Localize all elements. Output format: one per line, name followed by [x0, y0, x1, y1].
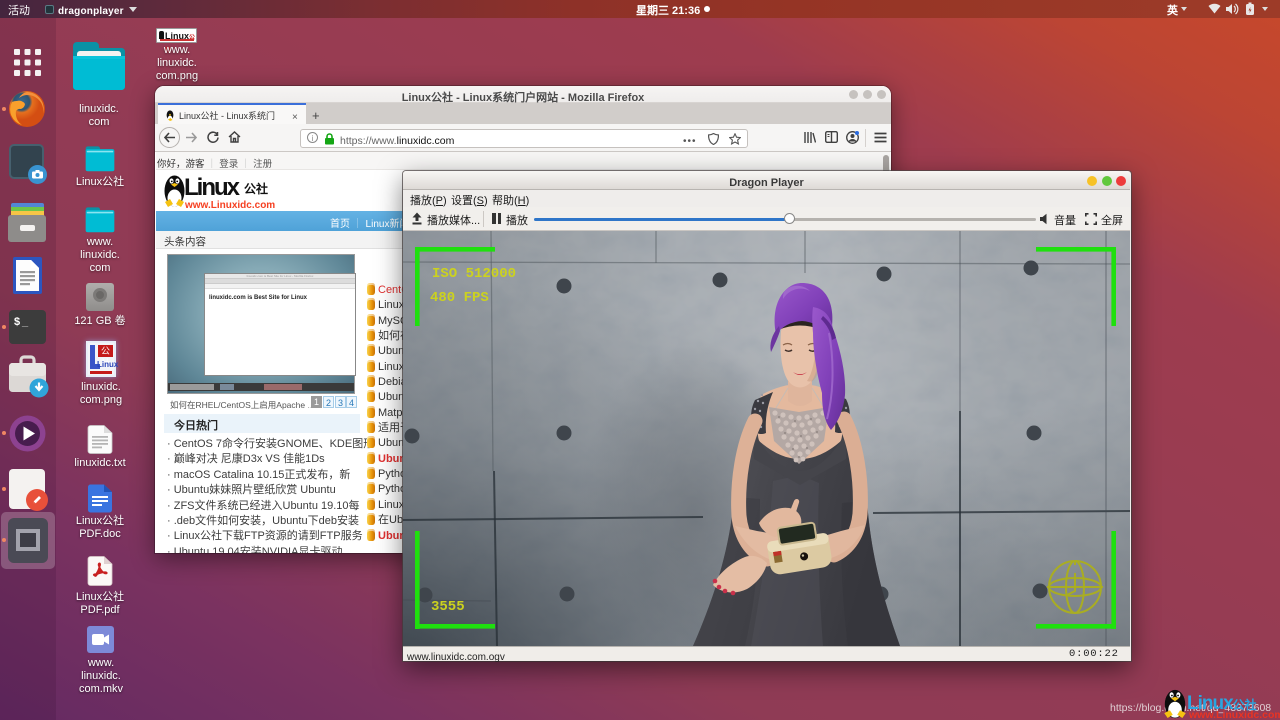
svg-text:ISO 512000: ISO 512000	[432, 266, 516, 282]
svg-text:3555: 3555	[431, 599, 465, 615]
svg-text:480 FPS: 480 FPS	[430, 290, 489, 306]
